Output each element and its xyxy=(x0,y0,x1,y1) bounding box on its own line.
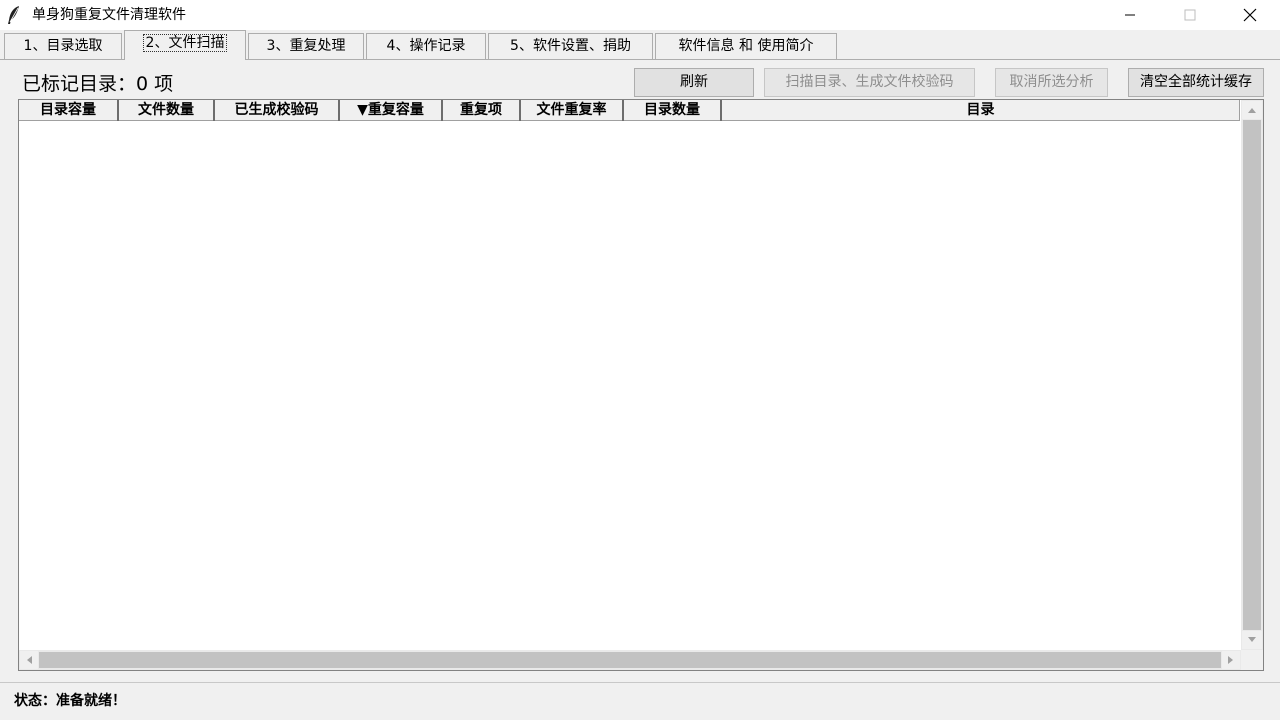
tab-operation-log[interactable]: 4、操作记录 xyxy=(366,33,486,60)
scan-directory-button[interactable]: 扫描目录、生成文件校验码 xyxy=(764,68,975,97)
column-header-dup-rate[interactable]: 文件重复率 xyxy=(521,100,624,121)
arrow-left-icon xyxy=(27,656,32,664)
scrollbar-corner xyxy=(1241,650,1263,670)
vertical-scroll-thumb[interactable] xyxy=(1243,120,1261,630)
tab-directory-select[interactable]: 1、目录选取 xyxy=(4,33,122,60)
tab-label: 软件信息 和 使用简介 xyxy=(678,38,814,54)
column-header-dup-size[interactable]: ▼重复容量 xyxy=(340,100,443,121)
horizontal-scrollbar[interactable] xyxy=(19,650,1241,670)
scroll-right-button[interactable] xyxy=(1222,651,1240,669)
tab-settings-donate[interactable]: 5、软件设置、捐助 xyxy=(488,33,653,60)
column-header-dir-count[interactable]: 目录数量 xyxy=(624,100,722,121)
close-button[interactable] xyxy=(1220,0,1280,30)
arrow-down-icon xyxy=(1248,637,1256,642)
column-header-checksum-generated[interactable]: 已生成校验码 xyxy=(215,100,340,121)
feather-icon xyxy=(8,6,19,24)
minimize-icon xyxy=(1125,14,1135,16)
minimize-button[interactable] xyxy=(1100,0,1160,30)
tab-bar: 1、目录选取 2、文件扫描 3、重复处理 4、操作记录 5、软件设置、捐助 软件… xyxy=(0,30,1280,60)
cancel-analysis-button[interactable]: 取消所选分析 xyxy=(995,68,1108,97)
vertical-scrollbar[interactable] xyxy=(1241,100,1263,650)
tab-file-scan[interactable]: 2、文件扫描 xyxy=(124,30,246,60)
tab-label: 1、目录选取 xyxy=(23,38,103,54)
tab-duplicate-handling[interactable]: 3、重复处理 xyxy=(248,33,364,60)
table-header: 目录容量 文件数量 已生成校验码 ▼重复容量 重复项 文件重复率 目录数量 目录 xyxy=(19,100,1240,121)
scroll-down-button[interactable] xyxy=(1242,631,1262,649)
status-bar: 状态：准备就绪！ xyxy=(0,682,1280,720)
maximize-button[interactable] xyxy=(1160,0,1220,30)
arrow-right-icon xyxy=(1228,656,1233,664)
tab-software-info[interactable]: 软件信息 和 使用简介 xyxy=(655,33,837,60)
close-icon xyxy=(1243,8,1257,22)
clear-cache-button[interactable]: 清空全部统计缓存 xyxy=(1128,68,1264,97)
arrow-up-icon xyxy=(1248,108,1256,113)
tab-label: 4、操作记录 xyxy=(386,38,466,54)
window-title: 单身狗重复文件清理软件 xyxy=(32,7,186,23)
scroll-up-button[interactable] xyxy=(1242,101,1262,119)
directory-stats-table[interactable]: 目录容量 文件数量 已生成校验码 ▼重复容量 重复项 文件重复率 目录数量 目录 xyxy=(18,99,1264,671)
column-header-dir-size[interactable]: 目录容量 xyxy=(19,100,119,121)
status-text: 状态：准备就绪！ xyxy=(14,693,126,709)
column-header-file-count[interactable]: 文件数量 xyxy=(119,100,215,121)
scroll-left-button[interactable] xyxy=(20,651,38,669)
maximize-icon xyxy=(1184,9,1196,21)
tab-label: 5、软件设置、捐助 xyxy=(510,38,631,54)
title-bar: 单身狗重复文件清理软件 xyxy=(0,0,1280,30)
tab-label: 2、文件扫描 xyxy=(142,34,228,52)
horizontal-scroll-thumb[interactable] xyxy=(39,652,1221,668)
column-header-directory[interactable]: 目录 xyxy=(722,100,1240,121)
refresh-button[interactable]: 刷新 xyxy=(634,68,754,97)
column-header-dup-items[interactable]: 重复项 xyxy=(443,100,521,121)
tab-label: 3、重复处理 xyxy=(266,38,346,54)
marked-directories-count: 已标记目录：0 项 xyxy=(22,73,174,95)
